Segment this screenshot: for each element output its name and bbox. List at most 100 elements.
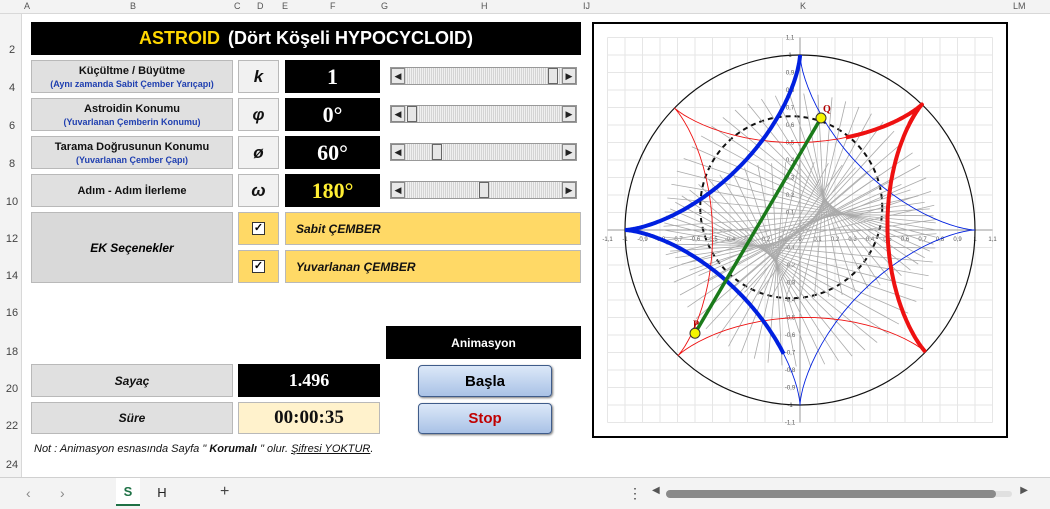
fixed-circle-option: Sabit ÇEMBER <box>285 212 581 245</box>
column-header[interactable]: E <box>282 1 288 11</box>
row-header[interactable]: 4 <box>4 82 20 94</box>
note-text: Not : Animasyon esnasında Sayfa " <box>34 443 207 455</box>
tab-h[interactable]: H <box>148 478 176 506</box>
duration-label: Süre <box>31 402 233 434</box>
add-sheet-icon[interactable]: + <box>220 483 229 501</box>
scroll-thumb[interactable] <box>479 182 489 198</box>
column-header[interactable]: B <box>130 1 136 11</box>
param-sublabel: (Yuvarlanan Çemberin Konumu) <box>63 116 201 127</box>
scroll-right-arrow-icon[interactable]: ▶ <box>562 144 576 160</box>
row-header[interactable]: 16 <box>4 307 20 319</box>
column-header-bar: A B C D E F G H IJ K LM <box>0 0 1050 14</box>
scroll-thumb[interactable] <box>666 490 996 498</box>
scroll-thumb[interactable] <box>432 144 442 160</box>
scroll-right-icon[interactable]: ▶ <box>1020 485 1028 496</box>
row-header[interactable]: 6 <box>4 120 20 132</box>
column-header[interactable]: LM <box>1013 1 1026 11</box>
scroll-left-arrow-icon[interactable]: ◀ <box>391 106 405 122</box>
point-p-label: P <box>693 319 699 330</box>
param-label-text: Küçültme / Büyütme <box>78 64 186 77</box>
row-header[interactable]: 12 <box>4 233 20 245</box>
scroll-left-icon[interactable]: ◀ <box>652 485 660 496</box>
point-q-label: Q <box>823 104 831 115</box>
y-tick-label: 0,5 <box>786 141 795 147</box>
scroll-thumb[interactable] <box>407 106 417 122</box>
param-sublabel: (Yuvarlanan Çember Çapı) <box>75 154 189 165</box>
row-header[interactable]: 10 <box>4 196 20 208</box>
param-label-scale: Küçültme / Büyütme (Aynı zamanda Sabit Ç… <box>31 60 233 93</box>
position-scrollbar[interactable]: ◀ ▶ <box>390 105 577 123</box>
duration-value: 00:00:35 <box>238 402 380 434</box>
spreadsheet-area: A B C D E F G H IJ K LM 2 4 6 8 10 12 14… <box>0 0 1050 477</box>
tab-s[interactable]: S <box>116 478 140 506</box>
prev-sheet-icon[interactable]: ‹ <box>26 485 31 501</box>
column-header[interactable]: F <box>330 1 336 11</box>
protection-note: Not : Animasyon esnasında Sayfa " Koruma… <box>34 443 373 455</box>
param-value-k: 1 <box>285 60 380 93</box>
y-tick-label: -1 <box>787 403 793 409</box>
checkmark-icon[interactable]: ✓ <box>252 260 265 273</box>
next-sheet-icon[interactable]: › <box>60 485 65 501</box>
note-password-link[interactable]: Şifresi YOKTUR <box>291 443 370 455</box>
start-button[interactable]: Başla <box>418 365 552 397</box>
row-header[interactable]: 22 <box>4 420 20 432</box>
row-header[interactable]: 8 <box>4 158 20 170</box>
column-header[interactable]: A <box>24 1 30 11</box>
x-tick-label: 0,7 <box>918 237 927 243</box>
x-tick-label: 1,1 <box>988 237 997 243</box>
row-header[interactable]: 18 <box>4 346 20 358</box>
note-bold: Korumalı <box>206 443 261 455</box>
param-symbol: φ <box>238 98 279 131</box>
column-header[interactable]: D <box>257 1 264 11</box>
sweep-scrollbar[interactable]: ◀ ▶ <box>390 143 577 161</box>
sheet-tab-bar: ‹ › S H + ⋮ ◀ ▶ <box>0 477 1050 509</box>
title-highlight: ASTROID <box>138 28 220 48</box>
param-value-diameter: 60° <box>285 136 380 169</box>
row-header[interactable]: 24 <box>4 459 20 471</box>
checkmark-icon[interactable]: ✓ <box>252 222 265 235</box>
param-symbol: ø <box>238 136 279 169</box>
scroll-left-arrow-icon[interactable]: ◀ <box>391 68 405 84</box>
param-value-omega: 180° <box>285 174 380 207</box>
row-header[interactable]: 20 <box>4 383 20 395</box>
param-symbol: k <box>238 60 279 93</box>
counter-value: 1.496 <box>238 364 380 397</box>
sweep-line <box>667 197 936 224</box>
column-header[interactable]: G <box>381 1 388 11</box>
row-header[interactable]: 14 <box>4 270 20 282</box>
column-header[interactable]: C <box>234 1 241 11</box>
rolling-circle-option: Yuvarlanan ÇEMBER <box>285 250 581 283</box>
astroid-chart: -1,1 -1,1 -1 -1 -0,9 -0,9 -0,8 -0,8 -0,7 -0,7 -0,6… <box>592 22 1008 438</box>
column-header[interactable]: K <box>800 1 806 11</box>
column-header[interactable]: IJ <box>583 1 590 11</box>
scroll-right-arrow-icon[interactable]: ▶ <box>562 182 576 198</box>
scroll-left-arrow-icon[interactable]: ◀ <box>391 144 405 160</box>
scroll-left-arrow-icon[interactable]: ◀ <box>391 182 405 198</box>
row-header[interactable]: 2 <box>4 44 20 56</box>
scale-scrollbar[interactable]: ◀ ▶ <box>390 67 577 85</box>
param-label-text: Tarama Doğrusunun Konumu <box>54 140 210 153</box>
horizontal-scrollbar[interactable]: ◀ ▶ <box>652 485 1028 499</box>
astroid-plot: -1,1-1,1-1-1-0,9-0,9-0,8-0,8-0,7-0,7-0,6… <box>602 36 997 427</box>
note-text: " olur. <box>260 443 292 455</box>
param-label-position: Astroidin Konumu (Yuvarlanan Çemberin Ko… <box>31 98 233 131</box>
note-text: . <box>370 443 374 455</box>
column-header[interactable]: H <box>481 1 488 11</box>
param-value-phi: 0° <box>285 98 380 131</box>
rolling-circle-checkbox[interactable]: ✓ <box>238 250 279 283</box>
y-tick-label: 1,1 <box>786 36 795 42</box>
row-header-bar: 2 4 6 8 10 12 14 16 18 20 22 24 <box>0 14 22 477</box>
scroll-right-arrow-icon[interactable]: ▶ <box>562 106 576 122</box>
extra-options-label: EK Seçenekler <box>31 212 233 283</box>
scroll-right-arrow-icon[interactable]: ▶ <box>562 68 576 84</box>
y-tick-label: 1 <box>788 53 792 59</box>
x-tick-label: -1,1 <box>602 237 613 243</box>
scroll-thumb[interactable] <box>548 68 558 84</box>
y-tick-label: 0,6 <box>786 123 795 129</box>
fixed-circle-checkbox[interactable]: ✓ <box>238 212 279 245</box>
step-scrollbar[interactable]: ◀ ▶ <box>390 181 577 199</box>
param-label-sweep: Tarama Doğrusunun Konumu (Yuvarlanan Çem… <box>31 136 233 169</box>
more-options-icon[interactable]: ⋮ <box>628 485 642 502</box>
stop-button[interactable]: Stop <box>418 403 552 434</box>
x-tick-label: 0,1 <box>813 237 822 243</box>
